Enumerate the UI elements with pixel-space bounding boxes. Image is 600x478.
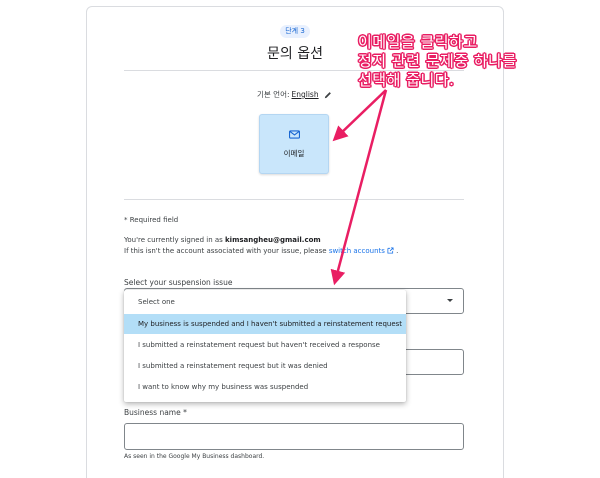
switch-accounts-link[interactable]: switch accounts [329, 247, 385, 255]
section-divider [124, 199, 464, 200]
dropdown-option-selected[interactable]: My business is suspended and I haven't s… [124, 314, 406, 334]
language-link[interactable]: English [292, 90, 319, 99]
suspension-issue-label: Select your suspension issue [124, 278, 233, 287]
page-title: 문의 옵션 [267, 46, 323, 62]
step-badge: 단계 3 [280, 25, 310, 38]
dropdown-option[interactable]: I submitted a reinstatement request but … [124, 356, 406, 376]
mail-icon [288, 129, 300, 139]
business-name-input[interactable] [124, 423, 464, 450]
annotation-text: 이메일을 클릭하고 정지 관련 문제중 하나를 선택해 줍니다. [358, 33, 517, 89]
email-option-label: 이메일 [283, 148, 305, 158]
language-prefix: 기본 언어: [257, 90, 290, 99]
business-name-label: Business name * [124, 408, 187, 417]
signed-in-line: You're currently signed in as kimsangheu… [124, 236, 321, 244]
caret-down-icon [447, 299, 453, 302]
account-email: kimsangheu@gmail.com [225, 236, 321, 244]
dropdown-option[interactable]: Select one [124, 292, 406, 312]
business-name-helper: As seen in the Google My Business dashbo… [124, 453, 265, 460]
dropdown-option[interactable]: I want to know why my business was suspe… [124, 377, 406, 397]
language-row: 기본 언어: English [257, 89, 332, 100]
dropdown-option[interactable]: I submitted a reinstatement request but … [124, 335, 406, 355]
required-note: * Required field [124, 216, 179, 224]
switch-account-line: If this isn't the account associated wit… [124, 247, 399, 255]
pencil-icon[interactable] [324, 91, 332, 99]
external-link-icon [387, 247, 394, 254]
email-option-tile[interactable]: 이메일 [259, 114, 329, 174]
suspension-dropdown-menu: Select one My business is suspended and … [124, 290, 406, 402]
